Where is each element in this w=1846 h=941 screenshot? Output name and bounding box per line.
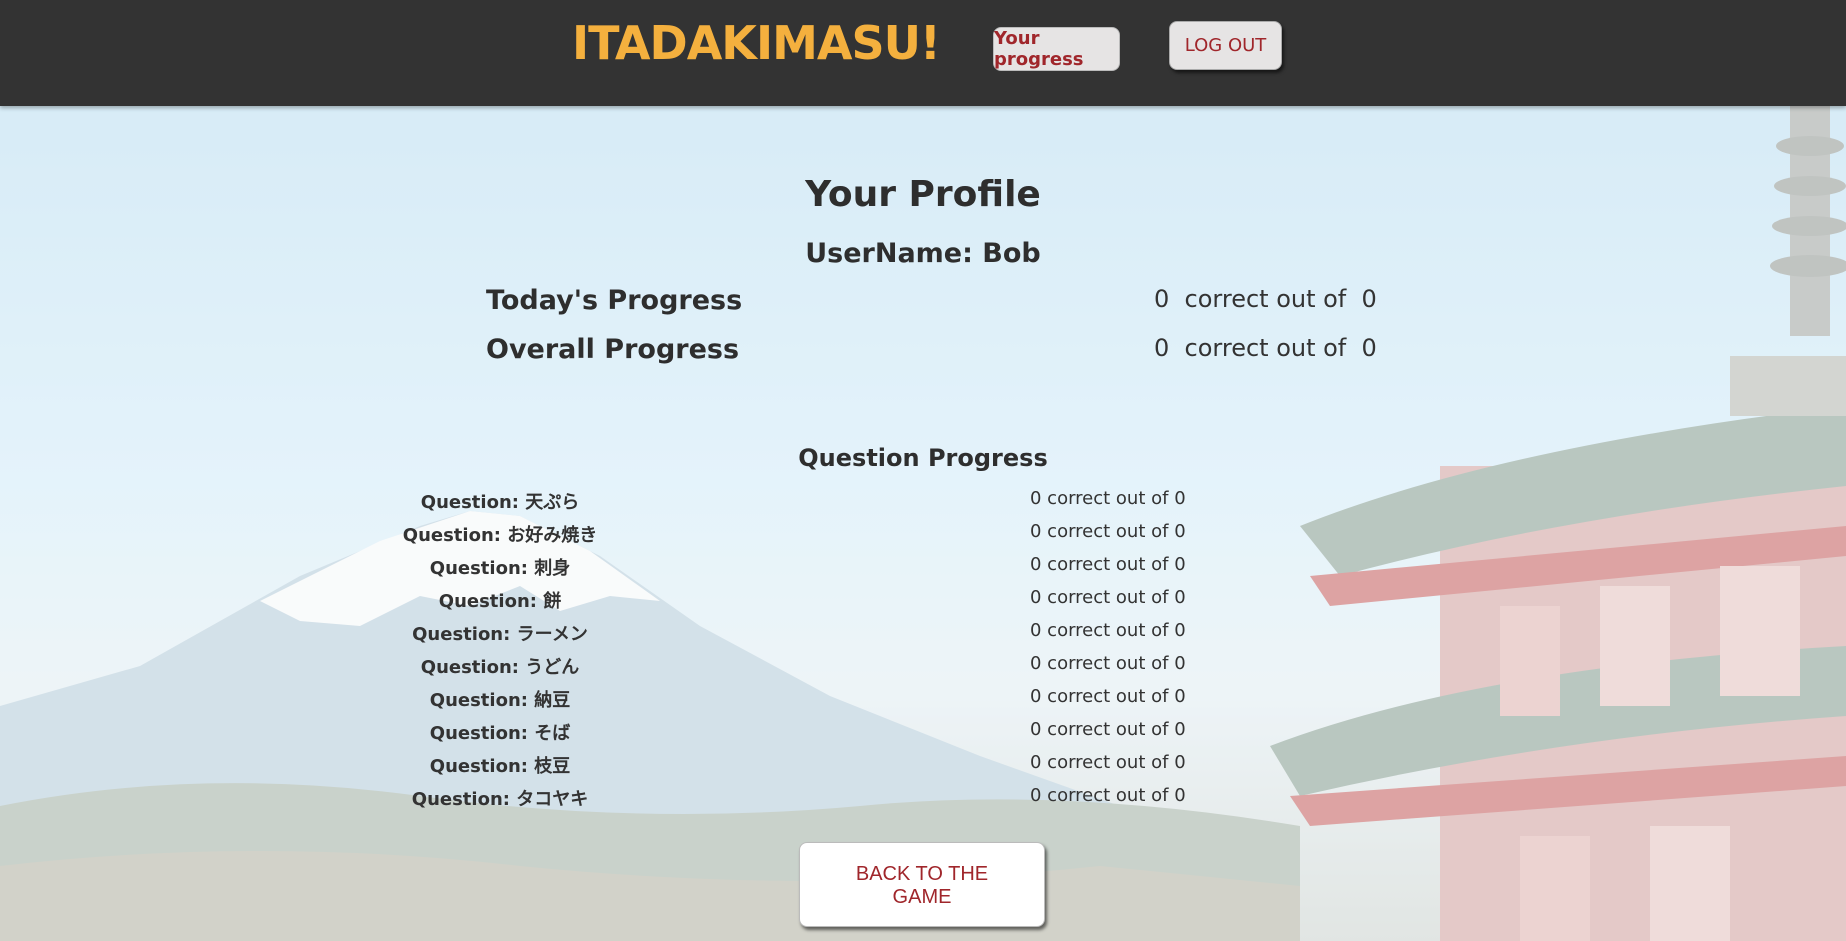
question-score: 0 correct out of 0 [1030, 554, 1186, 575]
question-score: 0 correct out of 0 [1030, 686, 1186, 707]
todays-progress-label: Today's Progress [486, 285, 743, 316]
brand-title[interactable]: ITADAKIMASU! [572, 16, 941, 70]
question-score: 0 correct out of 0 [1030, 620, 1186, 641]
your-progress-button[interactable]: Your progress [993, 27, 1120, 71]
question-row: Question: お好み焼き 0 correct out of 0 [0, 517, 1846, 550]
question-score: 0 correct out of 0 [1030, 587, 1186, 608]
logout-button[interactable]: LOG OUT [1169, 21, 1282, 70]
question-row: Question: 刺身 0 correct out of 0 [0, 550, 1846, 583]
overall-progress-value: 0 correct out of 0 [1154, 334, 1377, 362]
question-row: Question: 餅 0 correct out of 0 [0, 583, 1846, 616]
question-score: 0 correct out of 0 [1030, 785, 1186, 806]
question-score: 0 correct out of 0 [1030, 653, 1186, 674]
question-label: Question: 枝豆 [429, 756, 571, 777]
question-row: Question: タコヤキ 0 correct out of 0 [0, 781, 1846, 814]
question-label: Question: お好み焼き [402, 525, 598, 546]
question-label: Question: うどん [420, 657, 580, 678]
profile-content: Your Profile UserName: Bob Today's Progr… [0, 0, 1846, 941]
question-row: Question: 枝豆 0 correct out of 0 [0, 748, 1846, 781]
username-label: UserName: Bob [805, 238, 1041, 269]
question-label: Question: 刺身 [429, 558, 571, 579]
question-label: Question: ラーメン [412, 624, 588, 645]
question-progress-title: Question Progress [798, 444, 1048, 472]
question-label: Question: 納豆 [429, 690, 571, 711]
question-label: Question: タコヤキ [411, 789, 589, 810]
page-title: Your Profile [805, 174, 1041, 215]
question-score: 0 correct out of 0 [1030, 488, 1186, 509]
back-to-game-button[interactable]: BACK TO THE GAME [799, 842, 1045, 927]
top-navbar: ITADAKIMASU! Your progress LOG OUT [0, 0, 1846, 106]
question-row: Question: 納豆 0 correct out of 0 [0, 682, 1846, 715]
question-label: Question: 餅 [438, 591, 562, 612]
overall-progress-label: Overall Progress [486, 334, 740, 365]
question-row: Question: そば 0 correct out of 0 [0, 715, 1846, 748]
question-row: Question: ラーメン 0 correct out of 0 [0, 616, 1846, 649]
question-label: Question: 天ぷら [420, 492, 580, 513]
question-score: 0 correct out of 0 [1030, 752, 1186, 773]
question-score: 0 correct out of 0 [1030, 521, 1186, 542]
question-row: Question: うどん 0 correct out of 0 [0, 649, 1846, 682]
todays-progress-value: 0 correct out of 0 [1154, 285, 1377, 313]
question-score: 0 correct out of 0 [1030, 719, 1186, 740]
question-label: Question: そば [429, 723, 571, 744]
question-row: Question: 天ぷら 0 correct out of 0 [0, 484, 1846, 517]
